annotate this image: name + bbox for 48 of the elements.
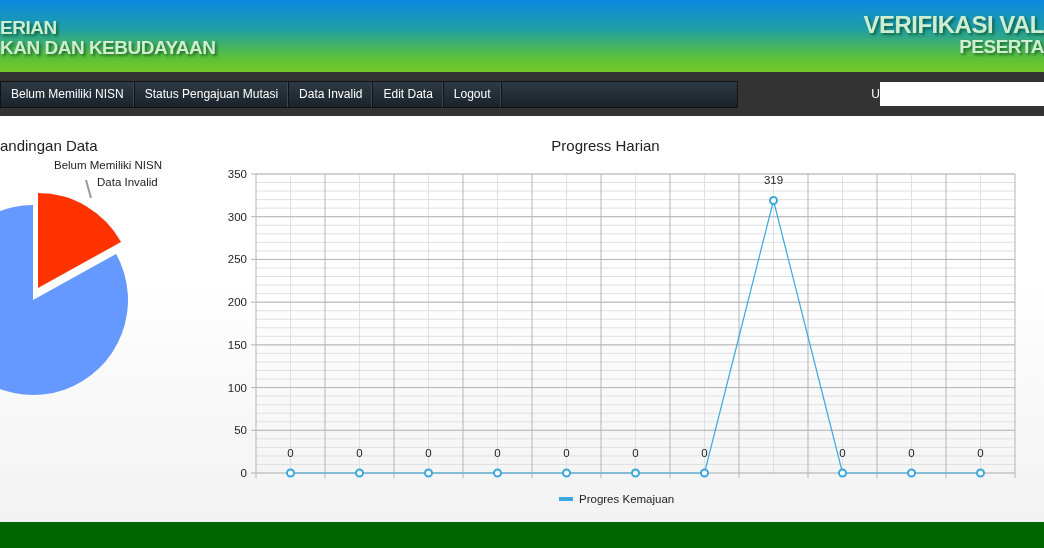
data-point — [907, 468, 916, 478]
data-label: 319 — [763, 174, 784, 187]
site-title: PESERTA — [959, 37, 1044, 58]
data-point — [631, 468, 640, 478]
menu-item[interactable]: Status Pengajuan Mutasi — [134, 81, 290, 107]
slice-label: Data Invalid — [97, 176, 158, 188]
data-label: 0 — [425, 447, 432, 459]
data-label: 0 — [287, 447, 294, 459]
data-point — [769, 196, 778, 205]
leader-line — [85, 179, 92, 199]
data-label: 0 — [563, 447, 570, 459]
chart-title: andingan Data — [0, 137, 98, 154]
axis-tick-label: 50 — [234, 424, 247, 437]
axis-tick-label: 350 — [227, 168, 247, 180]
data-label: 0 — [908, 447, 915, 459]
data-point — [424, 468, 433, 478]
data-point — [700, 468, 709, 478]
field-label: U — [871, 87, 880, 101]
menu-item[interactable]: Logout — [443, 81, 502, 107]
logo-text: KAN DAN KEBUDAYAAN — [0, 37, 216, 58]
data-label: 0 — [632, 447, 639, 459]
menu-item[interactable]: Data Invalid — [289, 81, 374, 107]
data-label: 0 — [977, 447, 984, 459]
data-point — [976, 468, 985, 478]
data-point — [355, 468, 364, 478]
chart-title: Progress Harian — [551, 137, 660, 154]
data-point — [838, 468, 847, 478]
data-point — [562, 468, 571, 478]
data-label: 0 — [839, 447, 846, 459]
data-label: 0 — [701, 447, 708, 459]
axis-tick-label: 150 — [227, 338, 247, 351]
slice-label: Belum Memiliki NISN — [54, 159, 162, 171]
data-point — [286, 468, 295, 478]
axis-tick-label: 300 — [227, 210, 247, 223]
site-title: VERIFIKASI VAL — [863, 12, 1044, 38]
data-label: 0 — [356, 447, 363, 459]
menu-item[interactable]: Edit Data — [373, 81, 444, 107]
axis-tick-label: 0 — [240, 467, 247, 479]
axis-tick-label: 200 — [227, 296, 247, 309]
data-point — [493, 468, 502, 478]
menu-item[interactable]: Belum Memiliki NISN — [1, 81, 135, 107]
data-label: 0 — [494, 447, 501, 459]
logo-text: ERIAN — [0, 18, 58, 38]
legend-marker — [559, 497, 573, 501]
axis-tick-label: 100 — [227, 381, 247, 394]
axis-tick-label: 250 — [227, 253, 247, 266]
legend-label: Progres Kemajuan — [579, 493, 675, 505]
input-field[interactable] — [880, 82, 1044, 106]
